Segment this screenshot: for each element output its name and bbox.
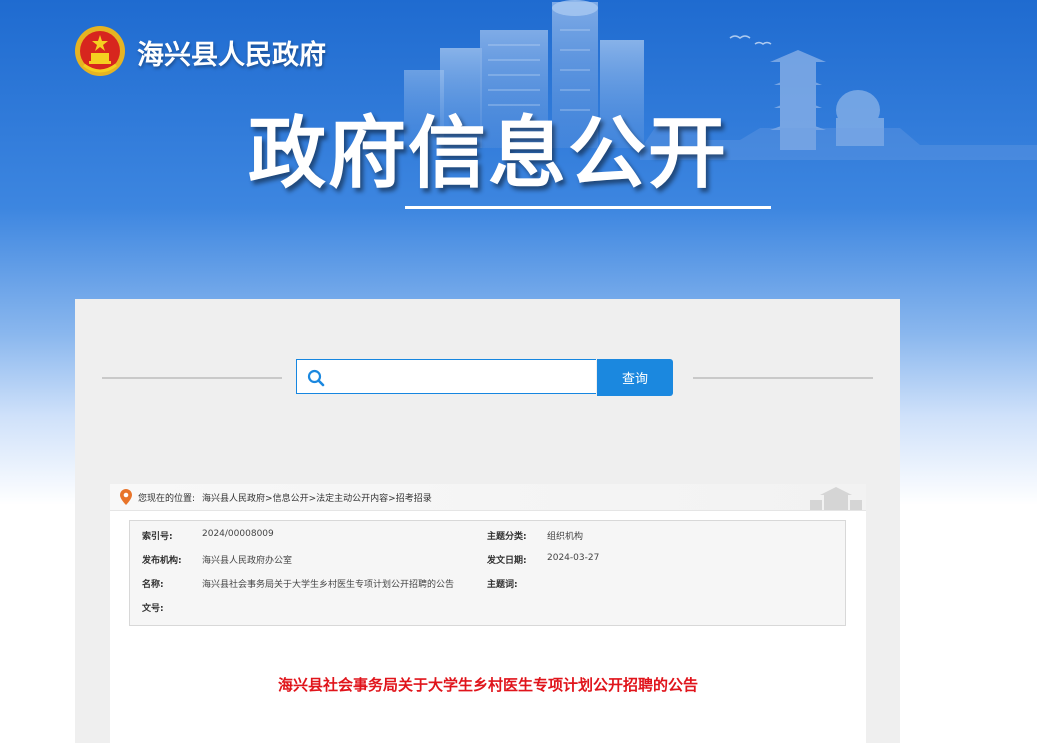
- publisher-value: 海兴县人民政府办公室: [202, 556, 293, 566]
- meta-row: 文号:: [130, 601, 847, 621]
- search-input[interactable]: [331, 364, 589, 389]
- name-label: 名称:: [142, 580, 164, 590]
- breadcrumb-item-info-disclosure[interactable]: 信息公开: [273, 494, 309, 504]
- article-container: 您现在的位置: 海兴县人民政府>信息公开>法定主动公开内容>招考招录 索引号: …: [110, 484, 866, 743]
- date-label: 发文日期:: [487, 556, 527, 566]
- breadcrumb-item-recruitment[interactable]: 招考招录: [396, 494, 432, 504]
- index-no-value: 2024/00008009: [202, 529, 274, 539]
- search-divider-left: [102, 377, 282, 379]
- national-emblem-icon: [75, 26, 125, 76]
- search-divider-right: [693, 377, 873, 379]
- meta-row: 索引号: 2024/00008009 主题分类: 组织机构: [130, 529, 847, 549]
- publisher-label: 发布机构:: [142, 556, 182, 566]
- header-banner: 海兴县人民政府 政府信息公开: [0, 0, 1037, 300]
- breadcrumb-item-statutory-content[interactable]: 法定主动公开内容: [316, 494, 388, 504]
- breadcrumb-separator: >: [388, 494, 396, 504]
- location-pin-icon: [120, 489, 132, 505]
- index-no-label: 索引号:: [142, 532, 173, 542]
- breadcrumb-label: 您现在的位置:: [138, 494, 196, 504]
- main-panel: 查询 您现在的位置: 海兴县人民政府>信息公开>法定主动公开内容>招考招录 索引…: [75, 299, 900, 743]
- site-name[interactable]: 海兴县人民政府: [137, 33, 326, 72]
- search-box: [296, 359, 596, 394]
- search-button[interactable]: 查询: [597, 359, 673, 396]
- meta-row: 发布机构: 海兴县人民政府办公室 发文日期: 2024-03-27: [130, 553, 847, 573]
- document-metadata: 索引号: 2024/00008009 主题分类: 组织机构 发布机构: 海兴县人…: [129, 520, 846, 626]
- breadcrumb-separator: >: [265, 494, 273, 504]
- doc-no-label: 文号:: [142, 604, 164, 614]
- title-underline: [405, 206, 771, 209]
- breadcrumb-separator: >: [308, 494, 317, 504]
- keywords-label: 主题词:: [487, 580, 518, 590]
- meta-row: 名称: 海兴县社会事务局关于大学生乡村医生专项计划公开招聘的公告 主题词:: [130, 577, 847, 597]
- breadcrumb-item-home[interactable]: 海兴县人民政府: [202, 494, 265, 504]
- date-value: 2024-03-27: [547, 553, 600, 563]
- breadcrumb: 您现在的位置: 海兴县人民政府>信息公开>法定主动公开内容>招考招录: [110, 484, 866, 511]
- building-decoration: [810, 487, 862, 510]
- name-value: 海兴县社会事务局关于大学生乡村医生专项计划公开招聘的公告: [202, 580, 455, 590]
- topic-value: 组织机构: [547, 532, 584, 542]
- banner-title: 政府信息公开: [248, 109, 729, 199]
- topic-label: 主题分类:: [487, 532, 527, 542]
- breadcrumb-items: 海兴县人民政府>信息公开>法定主动公开内容>招考招录: [202, 491, 432, 504]
- document-title: 海兴县社会事务局关于大学生乡村医生专项计划公开招聘的公告: [277, 676, 698, 694]
- search-icon: [307, 369, 325, 387]
